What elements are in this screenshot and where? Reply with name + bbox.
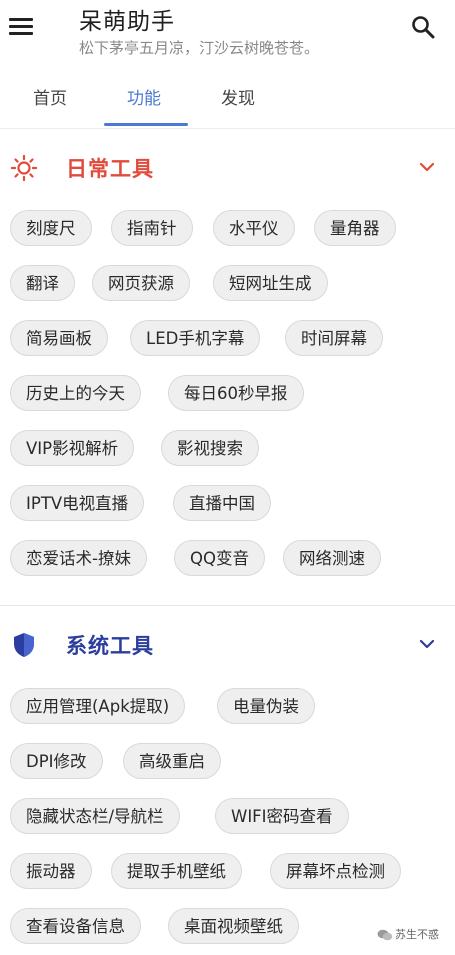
tool-chip[interactable]: 直播中国	[173, 485, 271, 521]
tool-chip[interactable]: 电量伪装	[217, 688, 315, 724]
tool-chip[interactable]: 恋爱话术-撩妹	[10, 540, 147, 576]
watermark-text: 苏生不惑	[395, 928, 439, 941]
tool-chip[interactable]: 水平仪	[213, 210, 295, 246]
section-header-daily[interactable]: 日常工具	[0, 150, 455, 190]
app-title: 呆萌助手	[79, 9, 175, 35]
section-divider	[0, 605, 455, 606]
tool-chip[interactable]: 简易画板	[10, 320, 108, 356]
tool-chip[interactable]: 高级重启	[123, 743, 221, 779]
tab-discover[interactable]: 发现	[221, 84, 255, 109]
tool-chip[interactable]: 隐藏状态栏/导航栏	[10, 798, 180, 834]
tool-chip[interactable]: 振动器	[10, 853, 92, 889]
watermark: 苏生不惑	[377, 926, 439, 942]
section-title-system: 系统工具	[66, 634, 154, 658]
tool-chip[interactable]: DPI修改	[10, 743, 103, 779]
tab-home[interactable]: 首页	[33, 84, 67, 109]
tool-chip[interactable]: 影视搜索	[161, 430, 259, 466]
tool-chip[interactable]: VIP影视解析	[10, 430, 135, 466]
tool-chip[interactable]: 指南针	[111, 210, 193, 246]
section-header-system[interactable]: 系统工具	[0, 627, 455, 667]
app-subtitle: 松下茅亭五月凉，汀沙云树晚苍苍。	[79, 39, 320, 57]
tool-chip[interactable]: 翻译	[10, 265, 75, 301]
tool-chip[interactable]: 每日60秒早报	[168, 375, 304, 411]
sun-icon	[10, 154, 38, 182]
tool-chip[interactable]: IPTV电视直播	[10, 485, 145, 521]
app-bar: 呆萌助手 松下茅亭五月凉，汀沙云树晚苍苍。	[0, 0, 455, 66]
tool-chip[interactable]: 量角器	[314, 210, 396, 246]
chevron-down-icon[interactable]	[418, 635, 436, 653]
wechat-icon	[377, 929, 393, 941]
chevron-down-icon[interactable]	[418, 158, 436, 176]
tool-chip[interactable]: 网页获源	[92, 265, 190, 301]
tool-chip[interactable]: 短网址生成	[213, 265, 328, 301]
tool-chip[interactable]: 历史上的今天	[10, 375, 141, 411]
tool-chip[interactable]: LED手机字幕	[130, 320, 261, 356]
menu-icon[interactable]	[9, 16, 33, 36]
tab-indicator	[104, 123, 188, 126]
tool-chip[interactable]: 刻度尺	[10, 210, 92, 246]
tool-chip[interactable]: QQ变音	[174, 540, 265, 576]
tool-chip[interactable]: 查看设备信息	[10, 908, 141, 944]
tool-chip[interactable]: 屏幕坏点检测	[270, 853, 401, 889]
shield-icon	[14, 633, 34, 657]
tool-chip[interactable]: 应用管理(Apk提取)	[10, 688, 186, 724]
tab-features[interactable]: 功能	[127, 84, 161, 109]
tool-chip[interactable]: 提取手机壁纸	[111, 853, 242, 889]
section-title-daily: 日常工具	[66, 157, 154, 181]
tool-chip[interactable]: 时间屏幕	[285, 320, 383, 356]
tool-chip[interactable]: WIFI密码查看	[215, 798, 349, 834]
tool-chip[interactable]: 网络测速	[283, 540, 381, 576]
tab-bar: 首页 功能 发现	[0, 70, 455, 129]
search-icon[interactable]	[410, 14, 436, 40]
tool-chip[interactable]: 桌面视频壁纸	[168, 908, 299, 944]
